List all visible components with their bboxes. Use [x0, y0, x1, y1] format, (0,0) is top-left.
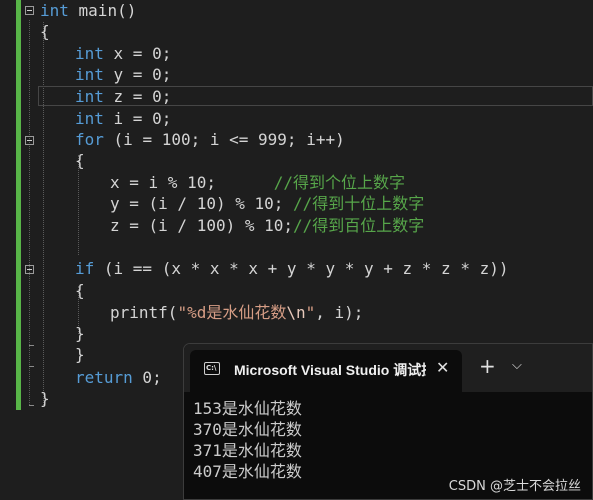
code-token: { [75, 151, 85, 170]
output-line: 153是水仙花数 [193, 399, 302, 418]
comment-token: //得到个位上数字 [273, 173, 406, 192]
keyword-token: int [40, 1, 69, 20]
code-token: } [75, 324, 85, 343]
code-token: z = 0; [103, 87, 172, 106]
outline-guide [29, 20, 30, 405]
code-token: i = 0; [103, 109, 172, 128]
terminal-tab-bar: C:\ Microsoft Visual Studio 调试控制台 ✕ + ⌵ [184, 344, 592, 392]
output-line: 370是水仙花数 [193, 420, 302, 439]
code-line: return 0; [75, 367, 162, 388]
terminal-icon: C:\ [204, 362, 220, 375]
code-token: } [75, 345, 85, 364]
fold-toggle-main[interactable] [25, 6, 34, 15]
code-token: { [40, 22, 50, 41]
chevron-down-icon[interactable]: ⌵ [512, 358, 522, 373]
code-line: } [75, 344, 85, 365]
code-line: int main() [40, 0, 136, 21]
change-indicator-bar [16, 0, 21, 410]
fold-end-marker [29, 366, 34, 367]
code-line: { [75, 280, 85, 301]
code-token: (i == (x * x * x + y * y * y + z * z * z… [94, 259, 509, 278]
code-token: } [40, 389, 50, 408]
code-line: int i = 0; [75, 108, 171, 129]
indent-guide [43, 22, 44, 405]
code-token: y = 0; [103, 65, 172, 84]
code-line: for (i = 100; i <= 999; i++) [75, 129, 345, 150]
string-token: "%d是水仙花数 [177, 303, 287, 322]
watermark: CSDN @芝士不会拉丝 [448, 479, 581, 494]
code-line: int y = 0; [75, 64, 171, 85]
code-line: z = (i / 100) % 10;//得到百位上数字 [110, 215, 424, 236]
close-icon[interactable]: ✕ [436, 358, 449, 377]
code-line: y = (i / 10) % 10; //得到十位上数字 [110, 193, 424, 214]
code-token: x = 0; [103, 44, 172, 63]
terminal-icon-text: C:\ [206, 364, 217, 372]
comment-token: //得到十位上数字 [293, 194, 425, 213]
code-token: main() [68, 1, 137, 20]
keyword-token: int [75, 65, 104, 84]
code-line: int x = 0; [75, 43, 171, 64]
code-token: z = (i / 100) % 10; [110, 216, 294, 235]
fold-toggle-if[interactable] [25, 265, 34, 274]
code-line: { [75, 150, 85, 171]
keyword-token: int [75, 44, 104, 63]
code-line: int z = 0; [75, 86, 171, 107]
terminal-output: 153是水仙花数 370是水仙花数 371是水仙花数 407是水仙花数 [193, 398, 302, 482]
code-line: if (i == (x * x * x + y * y * y + z * z … [75, 258, 508, 279]
keyword-token: return [75, 368, 133, 387]
keyword-token: int [75, 109, 104, 128]
code-line: } [75, 323, 85, 344]
keyword-token: int [75, 87, 104, 106]
code-token: x = i % 10; [110, 173, 274, 192]
terminal-tab-title: Microsoft Visual Studio 调试控制台 [234, 362, 426, 378]
new-tab-button[interactable]: + [479, 356, 496, 376]
code-token: (i = 100; i <= 999; i++) [103, 130, 345, 149]
code-line: x = i % 10; //得到个位上数字 [110, 172, 405, 193]
code-token: { [75, 281, 85, 300]
output-line: 371是水仙花数 [193, 441, 302, 460]
keyword-token: if [75, 259, 95, 278]
fold-end-marker [29, 405, 34, 406]
code-line: printf("%d是水仙花数\n", i); [110, 302, 363, 323]
fold-end-marker [29, 345, 34, 346]
fold-toggle-for[interactable] [25, 136, 34, 145]
string-token: \n [286, 303, 306, 322]
string-token: " [305, 303, 316, 322]
code-line: { [40, 21, 50, 42]
code-token: y = (i / 10) % 10; [110, 194, 294, 213]
code-token: , i); [315, 303, 364, 322]
comment-token: //得到百位上数字 [293, 216, 425, 235]
code-token: 0; [132, 368, 162, 387]
terminal-tab[interactable]: C:\ Microsoft Visual Studio 调试控制台 ✕ [190, 350, 462, 392]
code-token: printf( [110, 303, 178, 322]
keyword-token: for [75, 130, 104, 149]
code-line: } [40, 388, 50, 409]
output-line: 407是水仙花数 [193, 462, 302, 481]
